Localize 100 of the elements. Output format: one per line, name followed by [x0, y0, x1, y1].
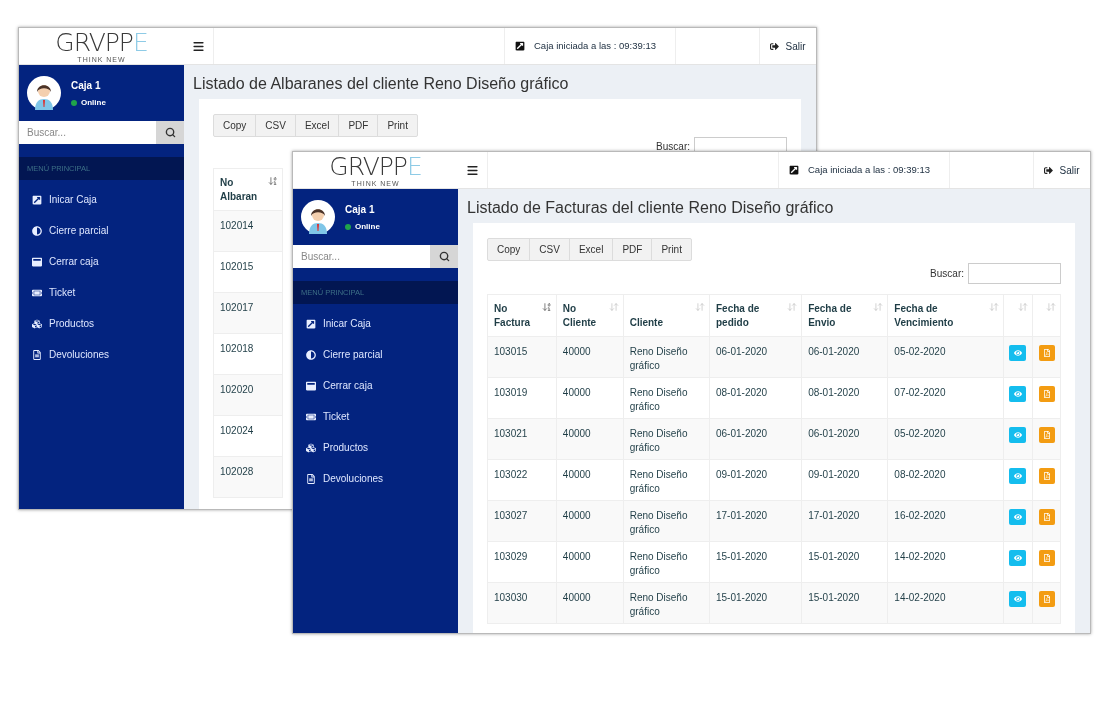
menu-item[interactable]: Ticket	[19, 277, 184, 308]
table-cell: 40000	[562, 551, 591, 562]
logout-button[interactable]: Salir	[759, 28, 816, 64]
sort-icon[interactable]	[873, 302, 884, 312]
table-cell: 15-01-2020	[808, 551, 860, 562]
table-cell: 16-02-2020	[894, 510, 946, 521]
view-button[interactable]	[1009, 386, 1027, 402]
table-cell: Reno Diseño gráfico	[629, 510, 688, 535]
sort-icon[interactable]	[988, 302, 999, 312]
sort-icon[interactable]	[608, 302, 619, 312]
menu-item[interactable]: Cerrar caja	[293, 370, 458, 401]
document-icon	[32, 349, 42, 360]
sort-icon[interactable]	[1046, 302, 1056, 312]
pdf-button[interactable]	[1038, 550, 1055, 566]
table-cell: Reno Diseño gráfico	[629, 469, 688, 494]
pdf-button[interactable]	[1038, 427, 1055, 443]
sort-icon[interactable]	[268, 176, 278, 186]
table-cell: 08-01-2020	[716, 387, 768, 398]
table-cell: 40000	[562, 387, 591, 398]
menu-item[interactable]: Cerrar caja	[19, 246, 184, 277]
export-button[interactable]: Copy	[213, 114, 257, 137]
logout-icon	[770, 41, 780, 51]
search-button[interactable]	[156, 121, 184, 144]
table-cell: Reno Diseño gráfico	[629, 428, 688, 453]
pdf-button[interactable]	[1038, 345, 1055, 361]
table-cell: 103015	[494, 346, 528, 357]
export-button[interactable]: CSV	[529, 238, 570, 261]
window-icon	[32, 256, 42, 267]
menu-item[interactable]: Devoluciones	[19, 339, 184, 370]
user-name: Caja 1	[345, 202, 376, 217]
avatar-icon	[301, 200, 335, 234]
sidebar-search-field[interactable]: Buscar...	[19, 121, 156, 144]
export-button[interactable]: PDF	[338, 114, 379, 137]
eye-icon	[1013, 431, 1022, 439]
pdf-icon	[1042, 390, 1051, 398]
export-button[interactable]: Print	[651, 238, 692, 261]
eye-icon	[1013, 349, 1022, 357]
table-cell: 15-01-2020	[716, 551, 768, 562]
menu-item[interactable]: Productos	[19, 308, 184, 339]
sort-icon[interactable]	[1018, 302, 1029, 312]
pdf-icon	[1042, 431, 1051, 439]
table-cell: 08-01-2020	[808, 387, 860, 398]
view-button[interactable]	[1009, 509, 1027, 525]
menu-item[interactable]: Inicar Caja	[19, 184, 184, 215]
table-cell: 103030	[494, 592, 528, 603]
table-cell: 102014	[220, 220, 254, 231]
sidebar-search-field[interactable]: Buscar...	[293, 245, 430, 268]
table-cell: 09-01-2020	[808, 469, 860, 480]
table-cell: 15-01-2020	[808, 592, 860, 603]
menu-icon[interactable]	[192, 39, 205, 53]
session-indicator: Caja iniciada a las : 09:39:13	[504, 28, 676, 64]
eye-icon	[1013, 513, 1022, 521]
menu-icon[interactable]	[466, 163, 479, 177]
menu-item[interactable]: Inicar Caja	[293, 308, 458, 339]
table-cell: 14-02-2020	[894, 551, 946, 562]
view-button[interactable]	[1009, 427, 1027, 443]
view-button[interactable]	[1009, 468, 1027, 484]
table-cell: 06-01-2020	[716, 428, 768, 439]
export-button[interactable]: Copy	[487, 238, 531, 261]
pdf-button[interactable]	[1038, 509, 1055, 525]
pdf-button[interactable]	[1038, 386, 1055, 402]
view-button[interactable]	[1009, 550, 1027, 566]
cubes-icon	[306, 442, 316, 453]
export-button[interactable]: Print	[377, 114, 418, 137]
table-cell: 103029	[494, 551, 528, 562]
menu-item[interactable]: Cierre parcial	[19, 215, 184, 246]
export-button[interactable]: Excel	[294, 114, 340, 137]
view-button[interactable]	[1009, 591, 1027, 607]
logout-button[interactable]: Salir	[1033, 152, 1090, 188]
pdf-icon	[1042, 554, 1051, 562]
table-cell: 17-01-2020	[808, 510, 860, 521]
ticket-icon	[32, 287, 42, 298]
table-cell: 06-01-2020	[716, 346, 768, 357]
export-button[interactable]: PDF	[612, 238, 653, 261]
table-cell: 40000	[562, 428, 591, 439]
table-cell: 05-02-2020	[894, 346, 946, 357]
table-cell: 102018	[220, 343, 254, 354]
export-button[interactable]: Excel	[568, 238, 614, 261]
export-button[interactable]: CSV	[255, 114, 296, 137]
sort-icon[interactable]	[541, 302, 552, 312]
menu-item[interactable]: Ticket	[293, 401, 458, 432]
sort-icon[interactable]	[695, 302, 705, 312]
table-cell: 102020	[220, 384, 254, 395]
table-cell: 40000	[562, 346, 591, 357]
menu-item[interactable]: Cierre parcial	[293, 339, 458, 370]
search-icon	[438, 251, 450, 262]
search-icon	[164, 127, 176, 138]
table-search-field[interactable]	[968, 263, 1061, 284]
pdf-button[interactable]	[1038, 468, 1055, 484]
search-button[interactable]	[430, 245, 458, 268]
pdf-icon	[1042, 595, 1051, 603]
table-cell: 06-01-2020	[808, 428, 860, 439]
view-button[interactable]	[1009, 345, 1027, 361]
eye-icon	[1013, 390, 1022, 398]
menu-item[interactable]: Devoluciones	[293, 463, 458, 494]
window-icon	[306, 380, 316, 391]
ticket-icon	[306, 411, 316, 422]
pdf-button[interactable]	[1038, 591, 1055, 607]
menu-item[interactable]: Productos	[293, 432, 458, 463]
sort-icon[interactable]	[787, 302, 798, 312]
